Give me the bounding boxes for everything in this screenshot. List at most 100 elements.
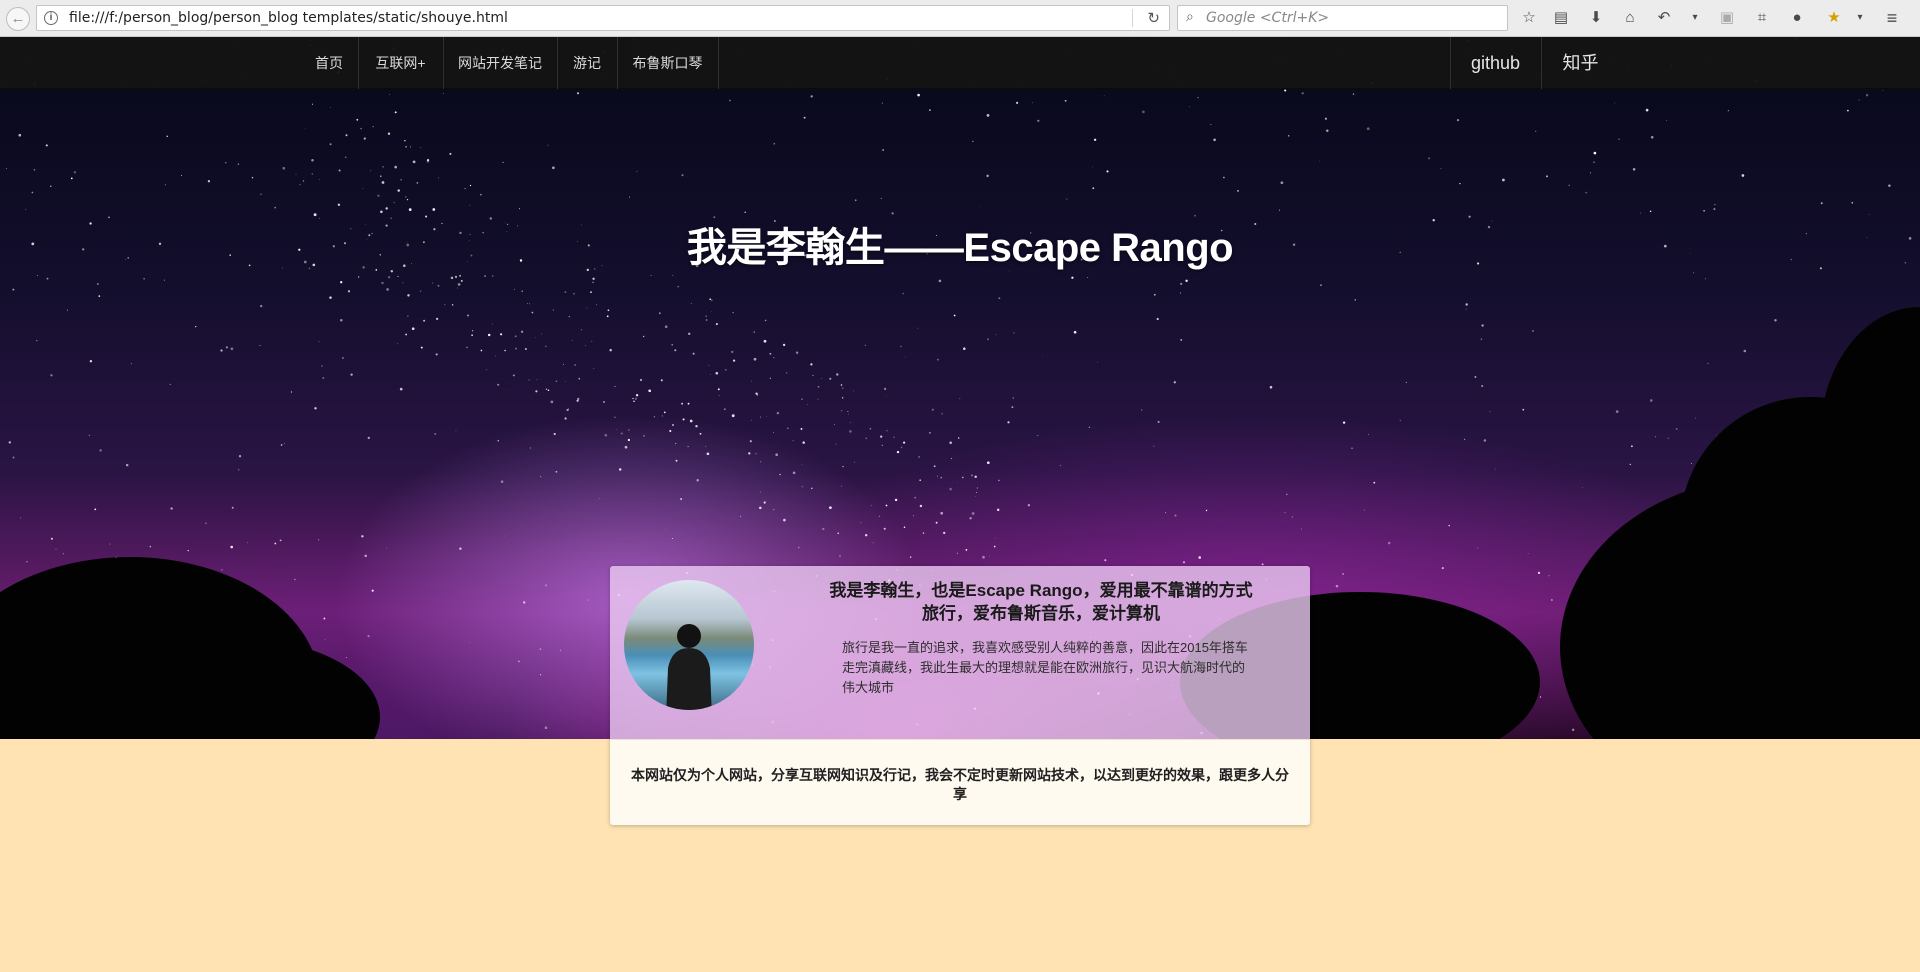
download-icon[interactable]: ⬇ [1586, 8, 1606, 28]
nav-item-zhihu[interactable]: 知乎 [1541, 37, 1620, 89]
screenshot-icon[interactable]: ▣ [1717, 8, 1737, 28]
star [550, 400, 554, 404]
star [687, 446, 689, 448]
star [661, 415, 663, 417]
star [658, 312, 661, 315]
star [577, 397, 580, 400]
star [408, 208, 412, 211]
star [370, 170, 372, 172]
reading-list-icon[interactable]: ▤ [1551, 8, 1571, 28]
star [810, 363, 813, 366]
star [553, 432, 556, 436]
star [225, 162, 227, 164]
site-info-icon[interactable]: i [44, 11, 58, 25]
star [356, 118, 359, 121]
extension-icon[interactable]: ★ [1824, 8, 1844, 28]
star [842, 397, 844, 399]
star [616, 429, 617, 430]
nav-item-dev-notes[interactable]: 网站开发笔记 [443, 37, 557, 89]
chat-icon[interactable]: ● [1787, 8, 1807, 28]
star [669, 429, 672, 433]
star [515, 347, 518, 350]
star [1027, 504, 1031, 507]
url-text[interactable]: file:///f:/person_blog/person_blog templ… [69, 10, 508, 26]
star [1284, 511, 1286, 514]
star [1363, 509, 1365, 511]
star [50, 537, 53, 540]
star [840, 384, 843, 386]
star [1093, 138, 1097, 142]
star [900, 345, 902, 348]
star [1287, 135, 1290, 137]
star [1865, 93, 1869, 97]
star [1088, 426, 1091, 429]
star [1527, 553, 1529, 554]
star [568, 408, 570, 410]
dropdown-icon[interactable]: ▾ [1690, 8, 1700, 28]
back-icon[interactable]: ← [6, 7, 30, 31]
star [1649, 210, 1652, 213]
star [1278, 209, 1281, 211]
star [609, 348, 612, 352]
star [872, 542, 874, 544]
undo-icon[interactable]: ↶ [1654, 8, 1674, 28]
star [400, 178, 402, 181]
address-bar[interactable]: i file:///f:/person_blog/person_blog tem… [36, 5, 1170, 31]
star [514, 335, 517, 338]
star [1614, 102, 1616, 104]
star [502, 161, 504, 163]
star [969, 517, 972, 520]
star [566, 408, 569, 412]
star [435, 353, 438, 356]
star [653, 416, 656, 418]
crop-icon[interactable]: ⌗ [1752, 8, 1772, 28]
star [1428, 157, 1431, 160]
search-placeholder[interactable]: Google <Ctrl+K> [1206, 10, 1329, 26]
nav-item-travel[interactable]: 游记 [557, 37, 617, 89]
star [314, 407, 317, 410]
star [97, 283, 99, 285]
star [125, 463, 129, 467]
bookmark-star-icon[interactable]: ☆ [1519, 8, 1539, 28]
star [810, 95, 813, 98]
menu-icon[interactable]: ≡ [1882, 8, 1902, 28]
nav-item-github[interactable]: github [1450, 37, 1541, 89]
star [1480, 338, 1483, 340]
star [1713, 208, 1716, 211]
star [959, 398, 961, 400]
star [699, 432, 702, 435]
dropdown-icon[interactable]: ▾ [1855, 8, 1865, 28]
star [883, 527, 886, 530]
star [756, 394, 759, 396]
star [779, 473, 781, 476]
star [573, 293, 575, 295]
home-icon[interactable]: ⌂ [1620, 8, 1640, 28]
star [935, 521, 938, 524]
star [387, 275, 391, 279]
star [636, 170, 638, 172]
star [319, 178, 320, 180]
star [760, 416, 762, 418]
star [817, 385, 820, 388]
nav-item-home[interactable]: 首页 [300, 37, 358, 89]
star [539, 648, 542, 650]
star [731, 350, 734, 354]
nav-item-blues-harmonica[interactable]: 布鲁斯口琴 [617, 37, 718, 89]
star [499, 333, 503, 336]
star [486, 369, 488, 371]
star [455, 430, 457, 432]
star [620, 432, 623, 435]
star [423, 319, 426, 322]
star [708, 365, 710, 366]
star [829, 377, 832, 380]
star [943, 531, 946, 535]
reload-icon[interactable]: ↻ [1147, 9, 1160, 27]
nav-item-internet[interactable]: 互联网+ [358, 37, 443, 89]
star [46, 277, 49, 280]
star [783, 518, 786, 522]
star [514, 288, 515, 290]
search-input[interactable]: ⌕ Google <Ctrl+K> [1177, 5, 1508, 31]
star [492, 275, 494, 277]
star [1182, 561, 1186, 564]
star [639, 378, 643, 382]
